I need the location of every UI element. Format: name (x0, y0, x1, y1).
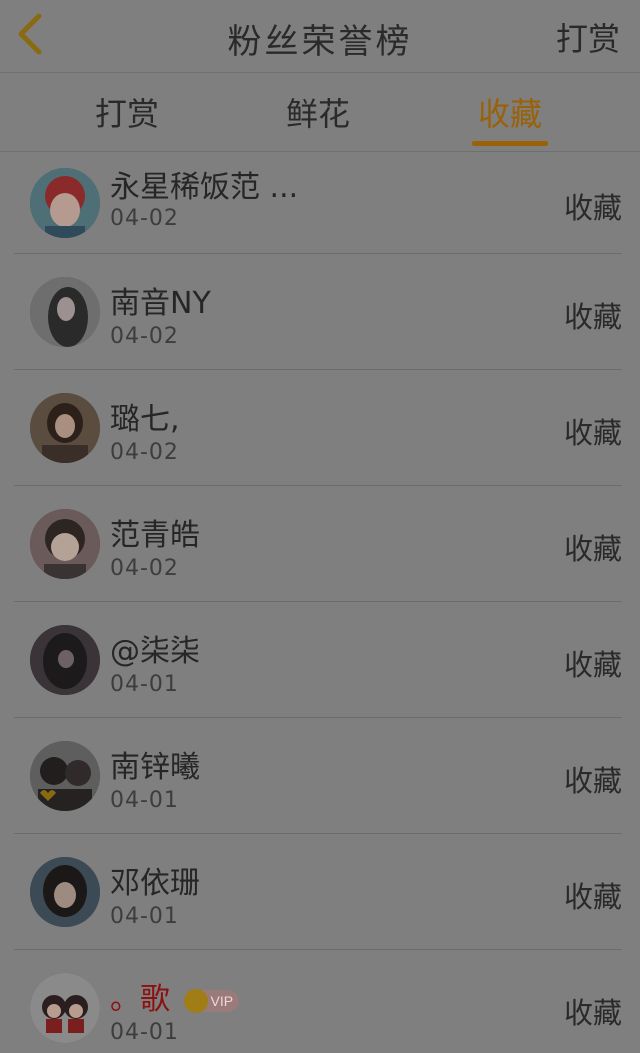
avatar (30, 624, 100, 695)
tab-flowers[interactable]: 鲜花 (263, 89, 373, 135)
avatar (30, 508, 100, 579)
favorite-label: 收藏 (563, 763, 622, 798)
favorite-label: 收藏 (563, 531, 622, 566)
date-label: 04-01 (110, 788, 179, 813)
favorite-label: 收藏 (563, 647, 622, 682)
vip-badge: VIP (183, 988, 240, 1013)
tab-reward[interactable]: 打赏 (72, 89, 182, 135)
date-label: 04-02 (110, 440, 179, 465)
user-name: 南音NY (110, 286, 211, 321)
user-name-text: 。歌 (110, 982, 170, 1017)
fan-list: 永星稀饭范 ... 04-02 收藏 南音NY 04-02 收藏 璐七, 04-… (0, 152, 640, 1053)
favorite-label: 收藏 (563, 995, 622, 1030)
list-item[interactable]: 南锌曦 04-01 收藏 (14, 718, 622, 834)
list-item[interactable]: 永星稀饭范 ... 04-02 收藏 (14, 152, 622, 254)
tab-favorites[interactable]: 收藏 (455, 89, 565, 135)
date-label: 04-01 (110, 904, 179, 929)
user-name: 南锌曦 (110, 750, 200, 785)
date-label: 04-02 (110, 206, 179, 231)
favorite-label: 收藏 (563, 190, 622, 225)
user-name: 范青皓 (110, 518, 200, 553)
crown-icon (183, 988, 208, 1013)
avatar (30, 740, 100, 811)
date-label: 04-01 (110, 1020, 179, 1045)
page-title: 粉丝荣誉榜 (227, 22, 413, 62)
avatar (30, 167, 100, 238)
user-name: 璐七, (110, 402, 180, 437)
reward-button[interactable]: 打赏 (556, 14, 620, 60)
favorite-label: 收藏 (563, 299, 622, 334)
list-item[interactable]: @柒柒 04-01 收藏 (14, 602, 622, 718)
user-name: 。歌 VIP (110, 974, 240, 1018)
user-name: @柒柒 (110, 634, 200, 669)
list-item[interactable]: 南音NY 04-02 收藏 (14, 254, 622, 370)
list-item[interactable]: 范青皓 04-02 收藏 (14, 486, 622, 602)
list-item[interactable]: 。歌 VIP 04-01 收藏 (14, 950, 622, 1053)
avatar (30, 972, 100, 1043)
user-name: 永星稀饭范 ... (110, 170, 299, 205)
tab-bar: 打赏 鲜花 收藏 (0, 73, 640, 152)
favorite-label: 收藏 (563, 415, 622, 450)
date-label: 04-01 (110, 672, 179, 697)
vip-badge-label: VIP (210, 992, 234, 1009)
active-tab-indicator (472, 141, 548, 146)
favorite-label: 收藏 (563, 879, 622, 914)
avatar (30, 276, 100, 347)
header-bar: 粉丝荣誉榜 打赏 (0, 0, 640, 73)
date-label: 04-02 (110, 556, 179, 581)
list-item[interactable]: 邓依珊 04-01 收藏 (14, 834, 622, 950)
avatar (30, 856, 100, 927)
user-name: 邓依珊 (110, 866, 200, 901)
date-label: 04-02 (110, 324, 179, 349)
list-item[interactable]: 璐七, 04-02 收藏 (14, 370, 622, 486)
avatar (30, 392, 100, 463)
page: 粉丝荣誉榜 打赏 打赏 鲜花 收藏 永星稀饭范 ... 04-02 收藏 南音N… (0, 0, 640, 1053)
